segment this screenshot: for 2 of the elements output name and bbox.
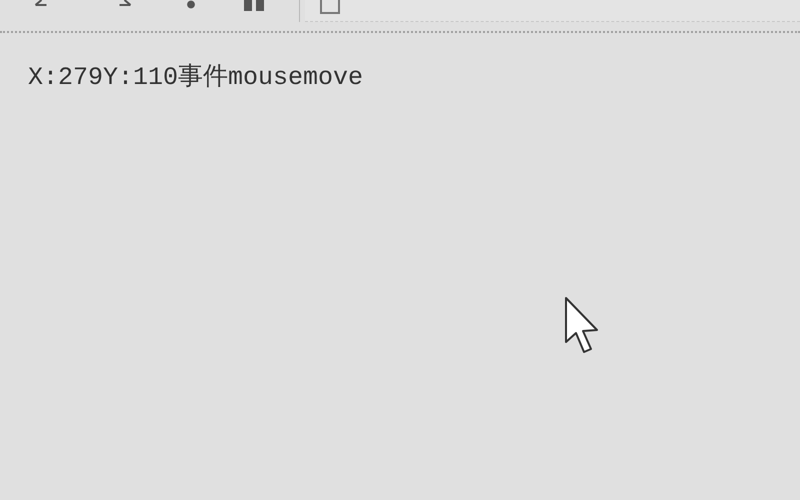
event-readout: X:279Y:110事件mousemove — [28, 61, 364, 93]
page-icon — [319, 0, 341, 15]
